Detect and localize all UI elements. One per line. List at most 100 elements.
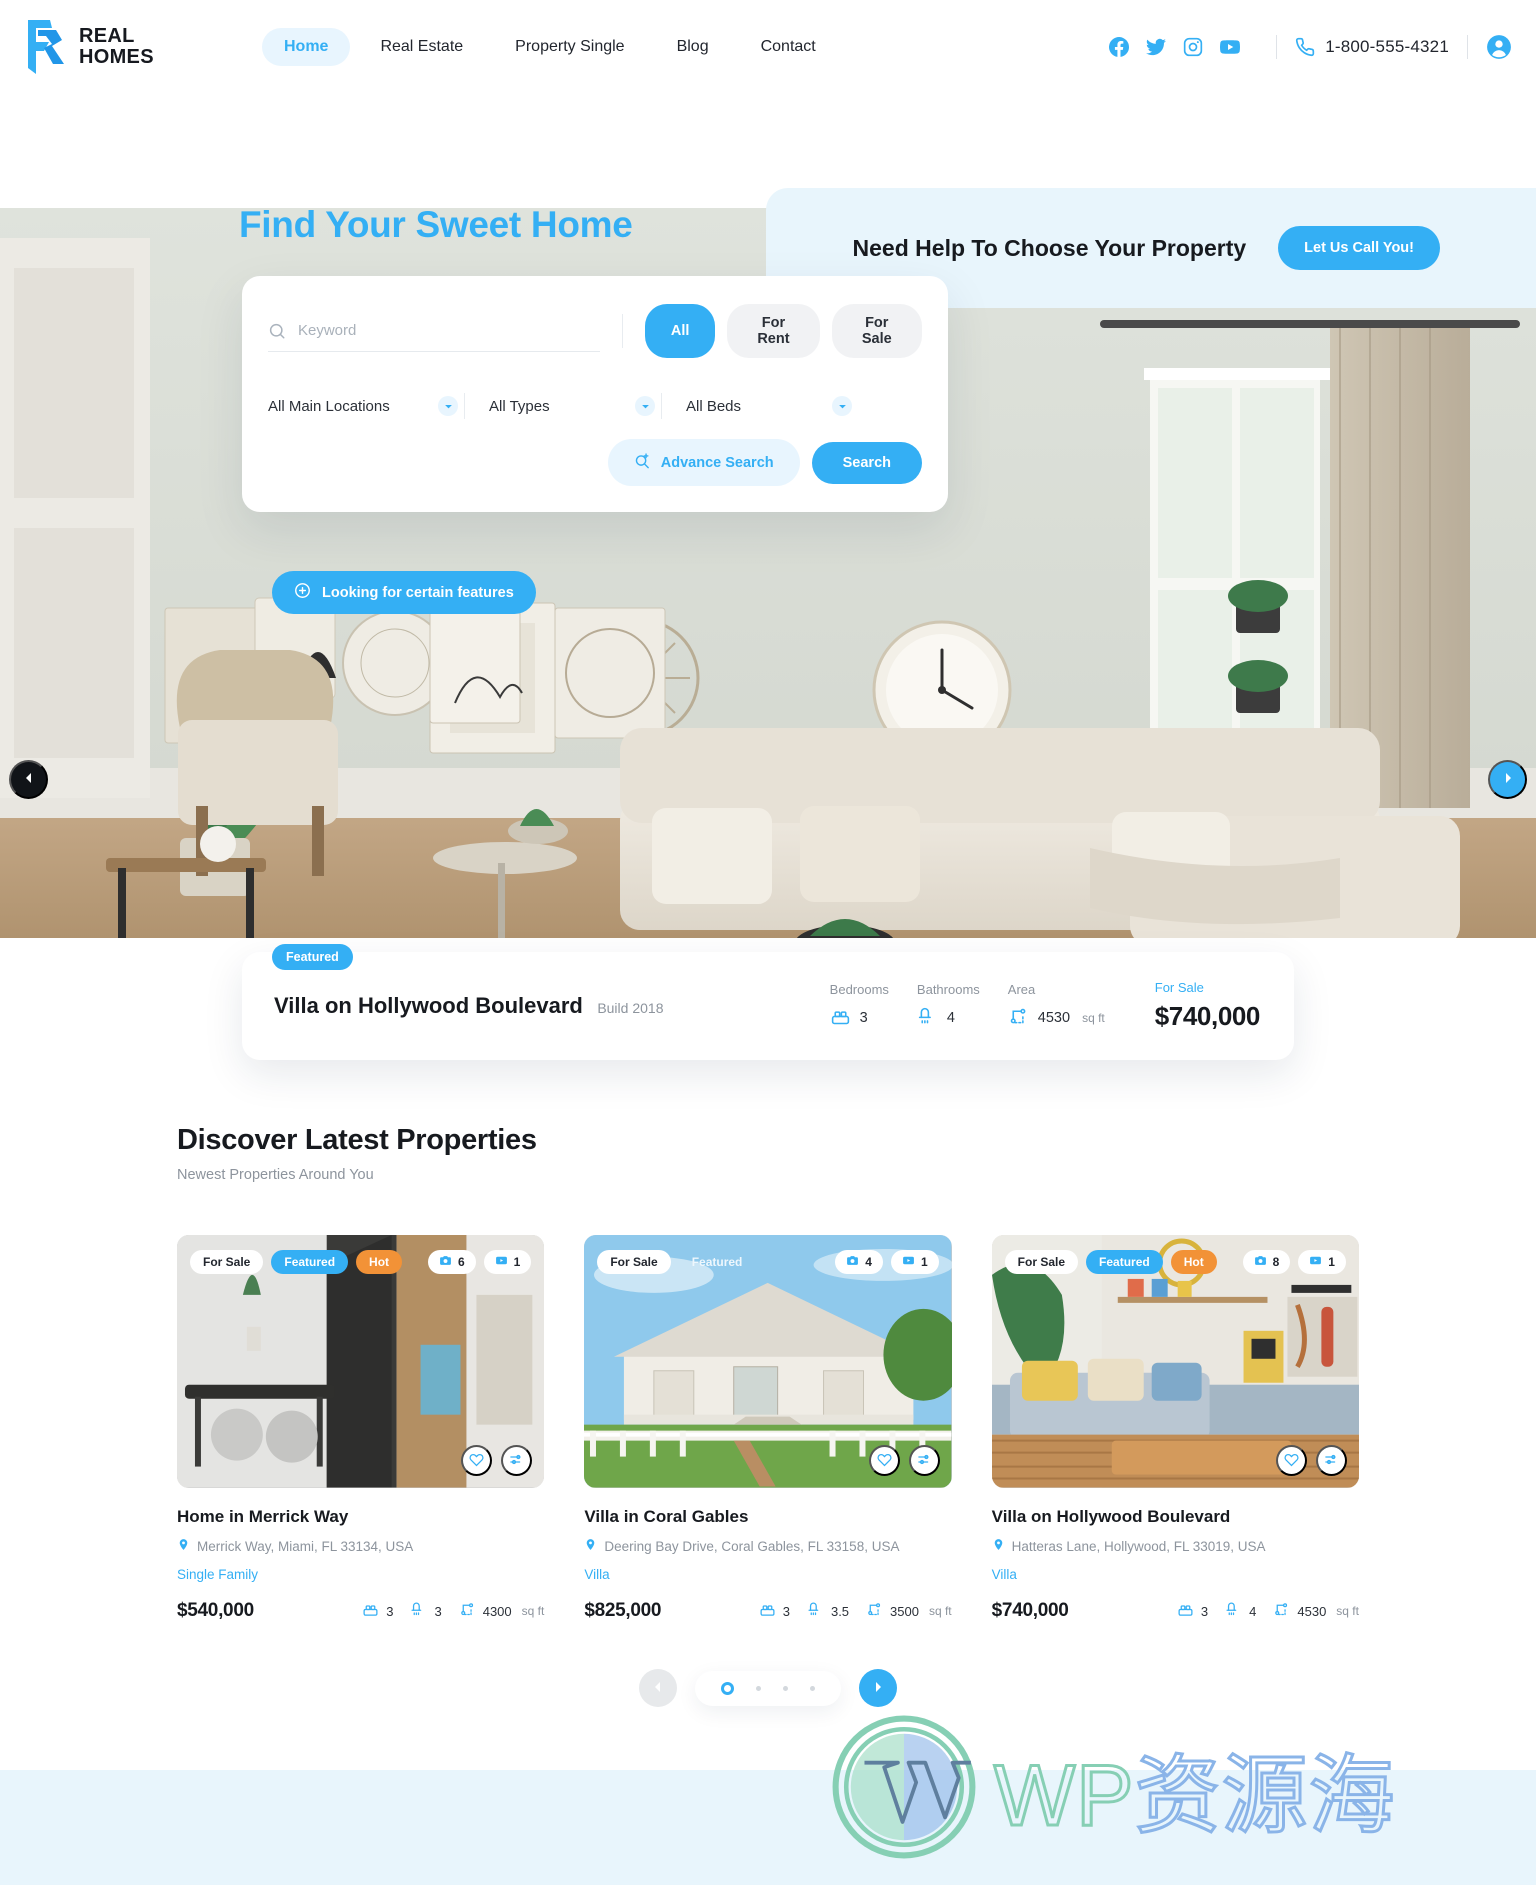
carousel-next-button[interactable] — [859, 1669, 897, 1707]
header-actions: 1-800-555-4321 — [1109, 34, 1512, 60]
property-type[interactable]: Villa — [992, 1567, 1359, 1582]
favorite-button[interactable] — [1275, 1445, 1307, 1476]
compare-button[interactable] — [501, 1445, 533, 1476]
compare-button[interactable] — [908, 1445, 940, 1476]
carousel-dot-2[interactable] — [756, 1685, 761, 1691]
beds-select-value: All Beds — [686, 397, 742, 415]
badge-hot: Hot — [1170, 1250, 1217, 1274]
property-search-panel: All For Rent For Sale All Main Locations… — [242, 276, 948, 512]
property-card-media: For Sale Featured Hot 8 1 — [991, 1235, 1359, 1488]
area-icon — [459, 1601, 476, 1621]
nav-item-blog[interactable]: Blog — [655, 28, 731, 66]
looking-for-features-badge[interactable]: Looking for certain features — [272, 571, 536, 614]
tab-for-sale[interactable]: For Sale — [831, 304, 922, 358]
brand-logo[interactable]: REAL HOMES — [22, 18, 252, 76]
property-area: 3500 sq ft — [866, 1601, 952, 1621]
nav-item-property-single[interactable]: Property Single — [493, 28, 646, 66]
property-type[interactable]: Villa — [584, 1567, 951, 1582]
carousel-prev-button[interactable] — [639, 1669, 677, 1707]
let-us-call-you-button[interactable]: Let Us Call You! — [1278, 226, 1440, 270]
property-area-value: 4530 — [1297, 1603, 1327, 1619]
hero-next-button[interactable] — [1488, 760, 1527, 799]
page-title: Discover Latest Properties — [177, 1124, 537, 1156]
nav-item-home[interactable]: Home — [262, 28, 351, 66]
search-button[interactable]: Search — [811, 441, 922, 484]
property-type[interactable]: Single Family — [177, 1567, 544, 1582]
carousel-dot-1[interactable] — [721, 1681, 734, 1695]
tab-all[interactable]: All — [644, 304, 716, 358]
property-badges: For Sale Featured Hot — [190, 1250, 403, 1274]
map-pin-icon — [992, 1538, 1005, 1554]
search-filters-row: All Main Locations All Types All Beds — [268, 393, 922, 419]
hero-prev-button[interactable] — [9, 760, 48, 799]
featured-status-badge: For Sale — [1154, 980, 1204, 995]
video-icon — [902, 1254, 915, 1270]
favorite-button[interactable] — [461, 1445, 493, 1476]
property-title[interactable]: Villa on Hollywood Boulevard — [992, 1507, 1359, 1527]
featured-spec-bathrooms-value: 4 — [917, 1006, 980, 1031]
property-card[interactable]: For Sale Featured 4 1 Villa in Coral Gab… — [584, 1235, 952, 1622]
property-card-body: Villa on Hollywood Boulevard Hatteras La… — [992, 1488, 1359, 1622]
nav-item-contact[interactable]: Contact — [739, 28, 838, 66]
tab-for-rent[interactable]: For Rent — [727, 304, 820, 358]
beds-select[interactable]: All Beds — [662, 396, 858, 416]
plus-circle-icon — [294, 582, 311, 603]
property-area: 4530 sq ft — [1273, 1601, 1359, 1621]
featured-property-heading: Villa on Hollywood Boulevard Build 2018 — [274, 993, 663, 1019]
property-media-counts: 4 1 — [835, 1250, 939, 1274]
property-area-unit: sq ft — [1336, 1604, 1359, 1618]
property-card[interactable]: For Sale Featured Hot 8 1 Villa on Holly… — [991, 1235, 1359, 1622]
youtube-icon[interactable] — [1220, 37, 1241, 57]
video-icon — [1309, 1254, 1322, 1270]
phone-icon — [1295, 37, 1315, 57]
badge-featured: Featured — [691, 1255, 743, 1269]
header-divider-1 — [1276, 35, 1278, 59]
locations-select[interactable]: All Main Locations — [268, 396, 464, 416]
featured-spec-bedrooms-label: Bedrooms — [829, 981, 889, 997]
property-card-body: Villa in Coral Gables Deering Bay Drive,… — [584, 1488, 951, 1622]
carousel-dots — [695, 1670, 841, 1706]
badge-for-sale: For Sale — [1004, 1250, 1079, 1274]
property-card[interactable]: For Sale Featured Hot 6 1 Home in Merric… — [177, 1235, 545, 1622]
types-select[interactable]: All Types — [465, 396, 661, 416]
brand-name: REAL HOMES — [79, 25, 154, 68]
advance-search-button[interactable]: Advance Search — [607, 439, 800, 486]
property-beds: 3 — [759, 1601, 790, 1621]
property-baths: 3 — [410, 1601, 442, 1621]
featured-price: $740,000 — [1154, 1001, 1261, 1031]
property-baths-value: 4 — [1249, 1603, 1257, 1619]
featured-price-block: For Sale $740,000 — [1154, 980, 1261, 1032]
property-beds-value: 3 — [1200, 1603, 1209, 1619]
phone-link[interactable]: 1-800-555-4321 — [1295, 37, 1449, 57]
bed-icon — [830, 1006, 851, 1031]
section-header: Discover Latest Properties Newest Proper… — [0, 1124, 1536, 1183]
property-address: Deering Bay Drive, Coral Gables, FL 3315… — [584, 1538, 951, 1554]
user-account-icon[interactable] — [1486, 34, 1512, 60]
carousel-dot-3[interactable] — [783, 1685, 788, 1691]
property-area-value: 3500 — [890, 1603, 919, 1619]
property-title[interactable]: Villa in Coral Gables — [584, 1507, 951, 1527]
property-address: Hatteras Lane, Hollywood, FL 33019, USA — [992, 1538, 1359, 1554]
carousel-dot-4[interactable] — [810, 1685, 815, 1691]
nav-item-real-estate[interactable]: Real Estate — [358, 28, 485, 66]
shower-icon — [410, 1601, 427, 1621]
bed-icon — [759, 1601, 776, 1621]
property-title[interactable]: Home in Merrick Way — [177, 1507, 544, 1527]
property-beds: 3 — [1177, 1601, 1208, 1621]
property-address-text: Merrick Way, Miami, FL 33134, USA — [197, 1538, 414, 1554]
search-input[interactable] — [298, 322, 600, 339]
property-beds: 3 — [362, 1601, 393, 1621]
compare-button[interactable] — [1315, 1445, 1347, 1476]
twitter-icon[interactable] — [1146, 37, 1167, 57]
video-icon — [495, 1254, 508, 1270]
featured-spec-area: Area 4530 sq ft — [1008, 982, 1105, 1031]
shower-icon — [807, 1601, 824, 1621]
instagram-icon[interactable] — [1183, 37, 1203, 57]
shower-icon — [917, 1006, 938, 1031]
featured-property-card[interactable]: Villa on Hollywood Boulevard Build 2018 … — [242, 952, 1294, 1060]
search-divider — [622, 314, 623, 348]
property-address-text: Hatteras Lane, Hollywood, FL 33019, USA — [1011, 1538, 1266, 1554]
chevron-left-icon — [23, 772, 35, 787]
favorite-button[interactable] — [868, 1445, 900, 1476]
facebook-icon[interactable] — [1109, 37, 1130, 57]
